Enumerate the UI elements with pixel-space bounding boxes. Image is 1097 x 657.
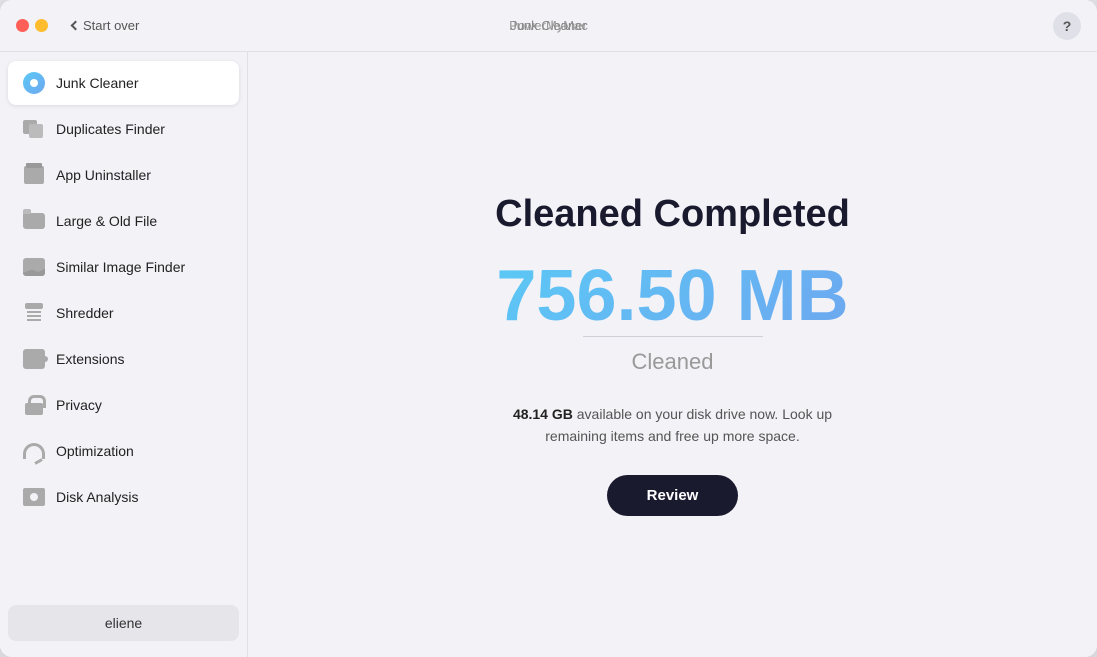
puzzle-icon-shape — [23, 349, 45, 369]
duplicates-icon-shape — [23, 120, 45, 138]
sidebar-label-extensions: Extensions — [56, 351, 124, 367]
sidebar-label-privacy: Privacy — [56, 397, 102, 413]
sidebar-item-large-old-file[interactable]: Large & Old File — [8, 199, 239, 243]
image-icon-shape — [23, 258, 45, 276]
disk-info-text: 48.14 GB available on your disk drive no… — [513, 403, 833, 448]
duplicates-finder-icon — [22, 117, 46, 141]
close-button[interactable] — [16, 19, 29, 32]
sidebar-user[interactable]: eliene — [8, 605, 239, 641]
sidebar-label-large-old-file: Large & Old File — [56, 213, 157, 229]
help-button[interactable]: ? — [1053, 12, 1081, 40]
sidebar-label-junk-cleaner: Junk Cleaner — [56, 75, 139, 91]
junk-icon-shape — [23, 72, 45, 94]
sidebar: Junk Cleaner Duplicates Finder App Unins… — [0, 52, 248, 657]
main-content: Cleaned Completed 756.50 MB Cleaned 48.1… — [248, 52, 1097, 657]
review-button[interactable]: Review — [607, 475, 739, 516]
cleaned-completed-title: Cleaned Completed — [495, 193, 850, 236]
large-old-file-icon — [22, 209, 46, 233]
junk-cleaner-icon — [22, 71, 46, 95]
shredder-icon — [22, 301, 46, 325]
sidebar-item-disk-analysis[interactable]: Disk Analysis — [8, 475, 239, 519]
minimize-button[interactable] — [35, 19, 48, 32]
window-title: Junk Cleaner — [510, 18, 587, 33]
sidebar-item-duplicates-finder[interactable]: Duplicates Finder — [8, 107, 239, 151]
sidebar-label-app-uninstaller: App Uninstaller — [56, 167, 151, 183]
privacy-icon — [22, 393, 46, 417]
sidebar-label-shredder: Shredder — [56, 305, 114, 321]
sidebar-label-disk-analysis: Disk Analysis — [56, 489, 138, 505]
cleaned-size-value: 756.50 MB — [496, 260, 848, 332]
divider-line — [583, 336, 763, 337]
app-window: Start over PowerMyMac Junk Cleaner ? Jun… — [0, 0, 1097, 657]
content-area: Junk Cleaner Duplicates Finder App Unins… — [0, 52, 1097, 657]
shredder-icon-shape — [23, 303, 45, 323]
sidebar-spacer — [0, 520, 247, 601]
start-over-button[interactable]: Start over — [72, 18, 139, 33]
extensions-icon — [22, 347, 46, 371]
sidebar-label-duplicates-finder: Duplicates Finder — [56, 121, 165, 137]
lock-icon-shape — [25, 395, 43, 415]
sidebar-item-shredder[interactable]: Shredder — [8, 291, 239, 335]
optimization-icon — [22, 439, 46, 463]
folder-icon-shape — [23, 213, 45, 229]
similar-image-finder-icon — [22, 255, 46, 279]
sidebar-item-similar-image-finder[interactable]: Similar Image Finder — [8, 245, 239, 289]
sidebar-item-optimization[interactable]: Optimization — [8, 429, 239, 473]
sidebar-item-junk-cleaner[interactable]: Junk Cleaner — [8, 61, 239, 105]
disk-gb-value: 48.14 GB — [513, 406, 573, 422]
start-over-label: Start over — [83, 18, 139, 33]
disk-icon-shape — [23, 488, 45, 506]
speed-icon-shape — [23, 443, 45, 459]
sidebar-item-app-uninstaller[interactable]: App Uninstaller — [8, 153, 239, 197]
traffic-lights — [16, 19, 48, 32]
box-icon-shape — [24, 166, 44, 184]
cleaned-label: Cleaned — [632, 349, 714, 375]
chevron-left-icon — [71, 21, 81, 31]
app-uninstaller-icon — [22, 163, 46, 187]
disk-analysis-icon — [22, 485, 46, 509]
disk-info-suffix: available on your disk drive now. Look u… — [545, 406, 832, 444]
sidebar-label-similar-image-finder: Similar Image Finder — [56, 259, 185, 275]
sidebar-label-optimization: Optimization — [56, 443, 134, 459]
sidebar-item-privacy[interactable]: Privacy — [8, 383, 239, 427]
title-bar: Start over PowerMyMac Junk Cleaner ? — [0, 0, 1097, 52]
sidebar-item-extensions[interactable]: Extensions — [8, 337, 239, 381]
